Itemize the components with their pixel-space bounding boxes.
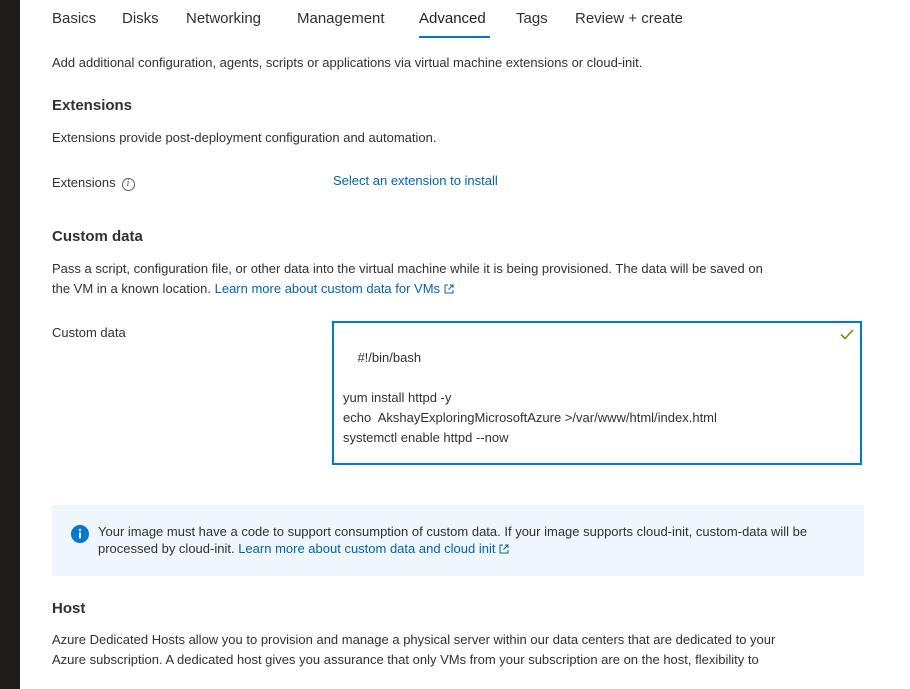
checkmark-icon xyxy=(840,329,854,340)
learn-more-custom-data-text: Learn more about custom data for VMs xyxy=(214,281,441,296)
tab-advanced[interactable]: Advanced xyxy=(419,10,486,27)
custom-data-desc-line2: the VM in a known location. xyxy=(52,281,211,296)
extensions-description: Extensions provide post-deployment confi… xyxy=(52,130,437,145)
custom-data-desc-line1: Pass a script, configuration file, or ot… xyxy=(52,261,763,276)
tab-networking[interactable]: Networking xyxy=(186,10,261,27)
custom-data-textarea[interactable]: #!/bin/bash yum install httpd -y echo Ak… xyxy=(332,321,862,465)
tab-tags[interactable]: Tags xyxy=(516,10,548,27)
extensions-field-label: Extensions i xyxy=(52,173,135,193)
custom-data-value: #!/bin/bash yum install httpd -y echo Ak… xyxy=(343,350,717,445)
host-desc-line2: Azure subscription. A dedicated host giv… xyxy=(52,652,759,667)
info-banner-text: Your image must have a code to support c… xyxy=(98,523,848,557)
custom-data-heading: Custom data xyxy=(52,228,143,245)
select-extension-link[interactable]: Select an extension to install xyxy=(333,171,498,191)
info-icon[interactable]: i xyxy=(121,178,135,191)
left-dark-bar xyxy=(0,0,20,689)
tab-management[interactable]: Management xyxy=(297,10,385,27)
info-circle-icon xyxy=(71,525,89,543)
host-description: Azure Dedicated Hosts allow you to provi… xyxy=(52,630,864,670)
tab-review-create[interactable]: Review + create xyxy=(575,10,683,27)
learn-more-cloud-init-text: Learn more about custom data and cloud i… xyxy=(238,541,496,556)
custom-data-field-label: Custom data xyxy=(52,325,126,340)
external-link-icon xyxy=(499,544,509,554)
info-banner-line2: processed by cloud-init. xyxy=(98,541,235,556)
extensions-label-text: Extensions xyxy=(52,175,116,190)
intro-text: Add additional configuration, agents, sc… xyxy=(52,55,643,70)
learn-more-cloud-init-link[interactable]: Learn more about custom data and cloud i… xyxy=(238,541,509,556)
learn-more-custom-data-link[interactable]: Learn more about custom data for VMs xyxy=(215,281,454,296)
active-tab-indicator xyxy=(419,36,490,38)
custom-data-info-banner: Your image must have a code to support c… xyxy=(52,505,864,576)
extensions-heading: Extensions xyxy=(52,97,133,114)
custom-data-description: Pass a script, configuration file, or ot… xyxy=(52,259,864,299)
info-banner-line1: Your image must have a code to support c… xyxy=(98,524,808,539)
host-heading: Host xyxy=(52,600,86,617)
tab-basics[interactable]: Basics xyxy=(52,10,96,27)
external-link-icon xyxy=(444,284,454,294)
host-desc-line1: Azure Dedicated Hosts allow you to provi… xyxy=(52,632,776,647)
tab-disks[interactable]: Disks xyxy=(122,10,159,27)
